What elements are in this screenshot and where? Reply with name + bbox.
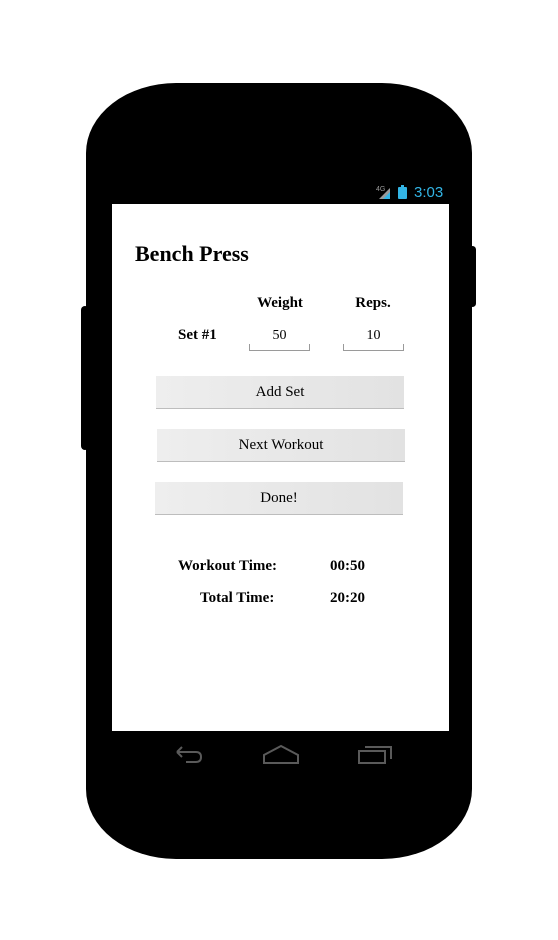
total-time-value: 20:20 (330, 590, 365, 606)
workout-time-label: Workout Time: (178, 558, 278, 574)
reps-column-header: Reps. (355, 295, 391, 311)
weight-column-header: Weight (257, 295, 303, 311)
back-icon[interactable] (170, 744, 204, 766)
reps-input-underline (343, 344, 404, 351)
weight-input-underline (249, 344, 310, 351)
status-time: 3:03 (414, 184, 444, 201)
app-screen (112, 204, 449, 731)
reps-input[interactable] (343, 327, 404, 345)
power-button (469, 246, 476, 307)
add-set-button[interactable]: Add Set (156, 376, 404, 409)
page-title: Bench Press (135, 241, 249, 266)
network-signal-icon: 4G (375, 184, 397, 200)
recent-apps-icon[interactable] (357, 744, 393, 766)
weight-input[interactable] (249, 327, 310, 345)
set-label: Set #1 (178, 327, 217, 343)
network-type-label: 4G (376, 186, 385, 193)
battery-icon (398, 185, 407, 199)
workout-time-value: 00:50 (330, 558, 365, 574)
total-time-label: Total Time: (200, 590, 275, 606)
next-workout-button[interactable]: Next Workout (157, 429, 405, 462)
volume-button (81, 306, 89, 450)
home-icon[interactable] (262, 744, 300, 766)
done-button[interactable]: Done! (155, 482, 403, 515)
